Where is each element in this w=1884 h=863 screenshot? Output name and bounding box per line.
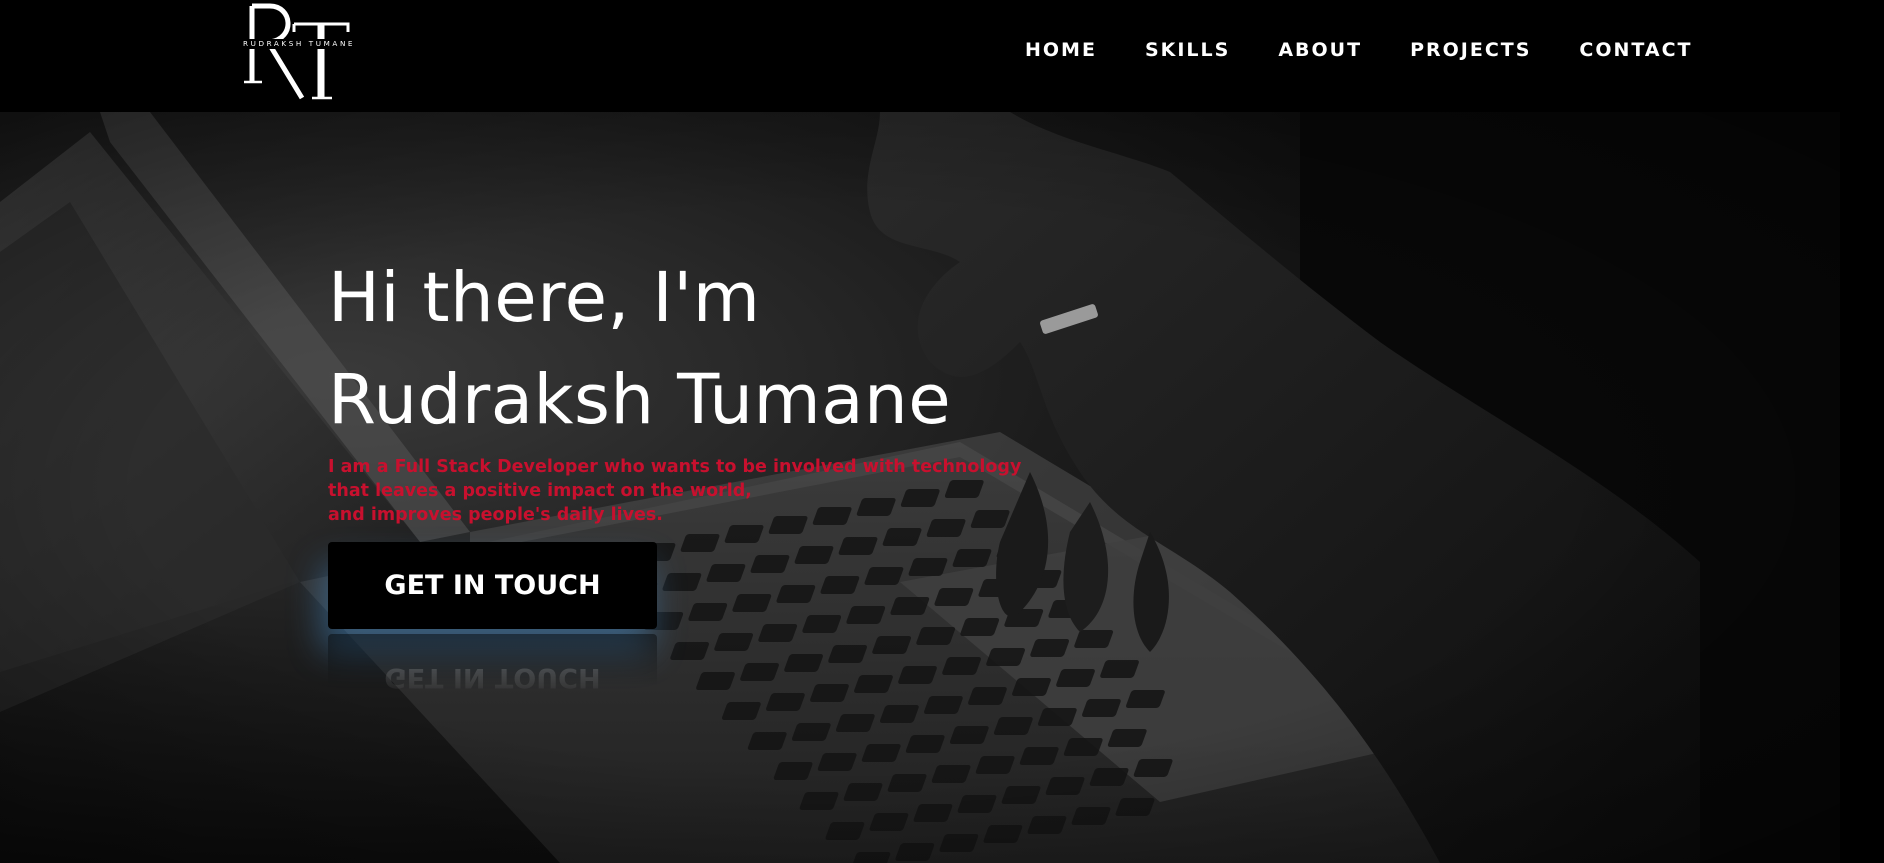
nav-projects-link[interactable]: PROJECTS [1410, 38, 1531, 66]
cta-container: GET IN TOUCH GET IN TOUCH [328, 542, 657, 721]
hero-section: Hi there, I'm Rudraksh Tumane I am a Ful… [328, 247, 1028, 527]
nav-home-link[interactable]: HOME [1025, 38, 1097, 66]
main-nav: HOME SKILLS ABOUT PROJECTS CONTACT [1025, 38, 1693, 66]
rt-monogram-icon [244, 3, 350, 100]
nav-about-link[interactable]: ABOUT [1278, 38, 1362, 66]
tagline-line-2: that leaves a positive impact on the wor… [328, 481, 752, 501]
brand-name: RUDRAKSH TUMANE [241, 39, 371, 49]
hero-tagline: I am a Full Stack Developer who wants to… [328, 455, 1028, 527]
brand-logo[interactable]: RUDRAKSH TUMANE [240, 2, 380, 102]
get-in-touch-button[interactable]: GET IN TOUCH [328, 542, 657, 629]
nav-skills-link[interactable]: SKILLS [1145, 38, 1230, 66]
nav-contact-link[interactable]: CONTACT [1579, 38, 1692, 66]
site-header: RUDRAKSH TUMANE HOME SKILLS ABOUT PROJEC… [0, 0, 1884, 112]
hero-title-name: Rudraksh Tumane [328, 360, 952, 440]
hero-title: Hi there, I'm Rudraksh Tumane [328, 247, 1028, 451]
portfolio-page: RUDRAKSH TUMANE HOME SKILLS ABOUT PROJEC… [0, 0, 1884, 863]
hero-title-greeting: Hi there, I'm [328, 258, 761, 338]
tagline-line-3: and improves people's daily lives. [328, 505, 663, 525]
tagline-line-1: I am a Full Stack Developer who wants to… [328, 457, 1022, 477]
